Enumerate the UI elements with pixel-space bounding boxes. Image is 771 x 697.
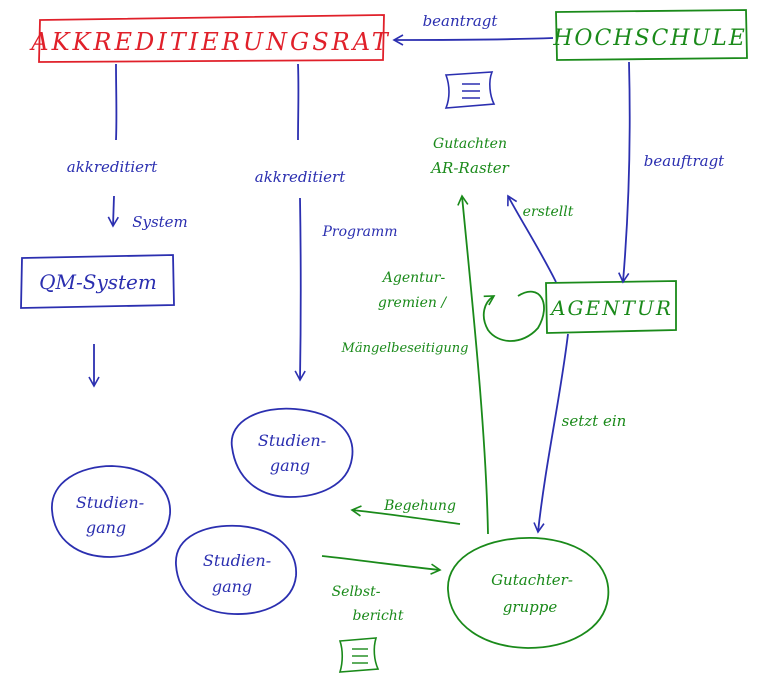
- studiengang-top-line1: Studien-: [258, 431, 326, 450]
- agentur-node: AGENTUR: [545, 280, 677, 334]
- label-erstellt: erstellt: [523, 204, 574, 220]
- arrow-gutachten-up: [457, 194, 489, 535]
- studiengang-mid-line2: gang: [212, 577, 252, 596]
- label-akkreditiert-left: akkreditiert: [67, 158, 158, 176]
- label-beauftragt: beauftragt: [644, 152, 725, 170]
- label-selbstbericht-line2: bericht: [353, 608, 404, 624]
- label-system: System: [132, 213, 188, 231]
- label-begehung: Begehung: [383, 498, 456, 514]
- akkreditierungsrat-node: AKKREDITIERUNGSRAT: [29, 14, 391, 63]
- qm-system-node: QM-System: [20, 254, 175, 309]
- studiengang-top-node: Studien- gang: [231, 407, 354, 498]
- gutachtergruppe-node: Gutachter- gruppe: [447, 537, 610, 649]
- qm-system-label: QM-System: [39, 270, 157, 294]
- arrow-setzt-ein: [533, 333, 569, 534]
- arrow-programm: [294, 197, 306, 382]
- arrow-selbstbericht: [321, 555, 442, 575]
- studiengang-left-line2: gang: [86, 518, 126, 537]
- hochschule-node: HOCHSCHULE: [552, 9, 748, 61]
- label-beantragt: beantragt: [423, 12, 499, 30]
- label-agentur-gremien-line2: gremien /: [378, 295, 447, 311]
- studiengang-left-node: Studien- gang: [51, 465, 171, 558]
- label-selbstbericht-line1: Selbst-: [332, 584, 381, 600]
- document-icon-selbstbericht: [338, 637, 380, 673]
- document-icon-gutachten: [444, 71, 496, 109]
- diagram-canvas: AKKREDITIERUNGSRAT HOCHSCHULE QM-System …: [20, 9, 748, 673]
- studiengang-left-line1: Studien-: [76, 493, 144, 512]
- gutachtergruppe-line1: Gutachter-: [491, 571, 573, 589]
- agentur-label: AGENTUR: [549, 296, 673, 320]
- studiengang-mid-line1: Studien-: [203, 551, 271, 570]
- label-gutachten-line2: AR-Raster: [429, 159, 509, 177]
- label-agentur-gremien-line1: Agentur-: [381, 270, 446, 286]
- label-programm: Programm: [321, 224, 397, 240]
- studiengang-top-line2: gang: [270, 456, 310, 475]
- arrow-beauftragt: [618, 61, 631, 284]
- label-setzt-ein: setzt ein: [562, 412, 627, 430]
- studiengang-mid-node: Studien- gang: [175, 524, 297, 615]
- hochschule-label: HOCHSCHULE: [552, 26, 747, 51]
- arrow-system: [107, 195, 119, 228]
- gutachtergruppe-line2: gruppe: [503, 598, 558, 616]
- label-maengelbeseitigung: Mängelbeseitigung: [341, 341, 469, 356]
- label-gutachten-line1: Gutachten: [433, 136, 507, 152]
- label-akkreditiert-mid: akkreditiert: [255, 168, 346, 186]
- arrow-loop-maengelbeseitigung: [482, 290, 545, 342]
- arrow-beantragt: [392, 34, 554, 46]
- akkreditierungsrat-label: AKKREDITIERUNGSRAT: [29, 28, 391, 56]
